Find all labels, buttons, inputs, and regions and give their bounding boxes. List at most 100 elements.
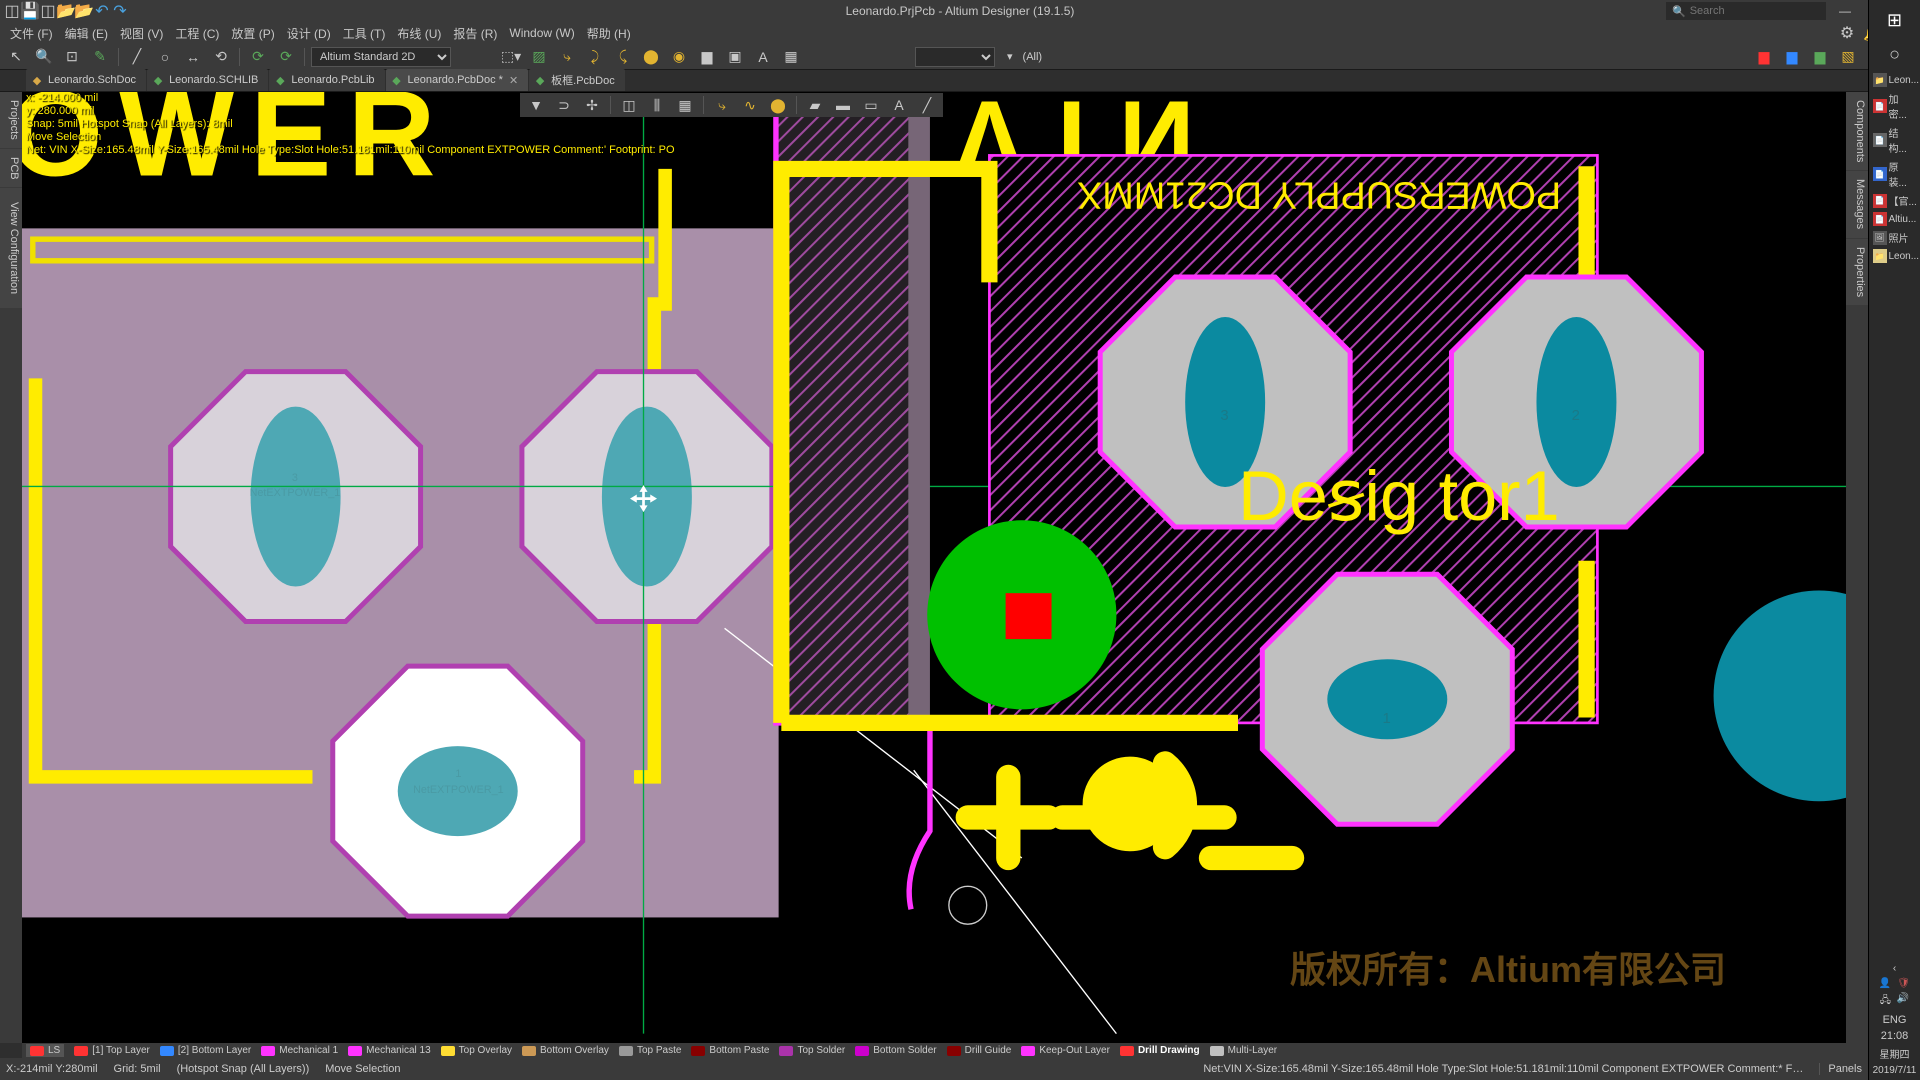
menu-design[interactable]: 设计 (D) bbox=[281, 23, 337, 44]
settings-icon[interactable]: ⚙ bbox=[1838, 24, 1856, 42]
menu-tools[interactable]: 工具 (T) bbox=[337, 23, 392, 44]
tool-crossprobe-icon[interactable]: ✎ bbox=[88, 46, 112, 68]
tb-fill-icon[interactable]: ▆ bbox=[695, 46, 719, 68]
layer-bottompaste[interactable]: Bottom Paste bbox=[691, 1045, 769, 1056]
vtab-messages[interactable]: Messages bbox=[1846, 171, 1868, 237]
taskbar-link-5[interactable]: 📄Altiu... bbox=[1871, 211, 1919, 227]
tray-time[interactable]: 21:08 bbox=[1881, 1030, 1909, 1042]
tb-comp-icon[interactable]: ▦ bbox=[779, 46, 803, 68]
tray-network-icon[interactable]: 🖧 bbox=[1880, 993, 1891, 1010]
save-all-icon[interactable]: ◫ bbox=[40, 3, 56, 19]
layer-bottom[interactable]: [2] Bottom Layer bbox=[160, 1045, 251, 1056]
minimize-button[interactable]: — bbox=[1830, 0, 1860, 22]
filter-all-label[interactable]: (All) bbox=[1023, 51, 1043, 63]
menu-route[interactable]: 布线 (U) bbox=[391, 23, 447, 44]
taskbar-link-0[interactable]: 📁Leon... bbox=[1871, 72, 1919, 88]
layer-keepout[interactable]: Keep-Out Layer bbox=[1021, 1045, 1110, 1056]
ct-via-icon[interactable]: ⬤ bbox=[766, 94, 790, 116]
tb-text-icon[interactable]: A bbox=[751, 46, 775, 68]
tb-route1-icon[interactable]: ⤷ bbox=[555, 46, 579, 68]
vtab-viewconfig[interactable]: View Configuration bbox=[0, 188, 22, 308]
layer-bottomsolder[interactable]: Bottom Solder bbox=[855, 1045, 936, 1056]
tab-board[interactable]: ◆板框.PcbDoc bbox=[529, 69, 625, 91]
layer-topsolder[interactable]: Top Solder bbox=[779, 1045, 845, 1056]
taskbar-link-2[interactable]: 📄结构... bbox=[1871, 124, 1919, 156]
undo-icon[interactable]: ↶ bbox=[94, 3, 110, 19]
ct-line-icon[interactable]: ╱ bbox=[915, 94, 939, 116]
layer-ls[interactable]: LS bbox=[26, 1044, 64, 1057]
menu-view[interactable]: 视图 (V) bbox=[114, 23, 169, 44]
panels-button[interactable]: Panels bbox=[1819, 1063, 1862, 1075]
menu-window[interactable]: Window (W) bbox=[503, 24, 580, 42]
tab-schdoc[interactable]: ◆Leonardo.SchDoc bbox=[26, 69, 146, 91]
tool-zoom-icon[interactable]: 🔍 bbox=[32, 46, 56, 68]
tb-layer4-icon[interactable]: ▧ bbox=[1836, 46, 1860, 68]
tool-cursor-icon[interactable]: ↖ bbox=[4, 46, 28, 68]
tb-route3-icon[interactable]: ⤹ bbox=[611, 46, 635, 68]
tb-poly-icon[interactable]: ▣ bbox=[723, 46, 747, 68]
vtab-pcb[interactable]: PCB bbox=[0, 149, 22, 188]
tool-dimension-icon[interactable]: ↔ bbox=[181, 46, 205, 68]
tab-pcblib[interactable]: ◆Leonardo.PcbLib bbox=[269, 69, 384, 91]
print-icon[interactable]: 📂 bbox=[76, 3, 92, 19]
tool-zoomfit-icon[interactable]: ⊡ bbox=[60, 46, 84, 68]
ct-text-icon[interactable]: A bbox=[887, 94, 911, 116]
taskbar-link-6[interactable]: 🖼照片 bbox=[1871, 229, 1919, 246]
menu-project[interactable]: 工程 (C) bbox=[169, 23, 225, 44]
tb-toggle-icon[interactable]: ⬚▾ bbox=[499, 46, 523, 68]
ct-meander-icon[interactable]: ∿ bbox=[738, 94, 762, 116]
taskbar-link-3[interactable]: 📄原装... bbox=[1871, 158, 1919, 190]
new-icon[interactable]: ◫ bbox=[4, 3, 20, 19]
tray-people-icon[interactable]: 👤 bbox=[1879, 978, 1891, 989]
redo-icon[interactable]: ↷ bbox=[112, 3, 128, 19]
menu-place[interactable]: 放置 (P) bbox=[225, 23, 280, 44]
taskbar-link-4[interactable]: 📄【官... bbox=[1871, 192, 1919, 209]
menu-help[interactable]: 帮助 (H) bbox=[581, 23, 637, 44]
tb-layer1-icon[interactable]: ▆ bbox=[1752, 46, 1776, 68]
search-box[interactable]: 🔍 bbox=[1666, 2, 1826, 20]
menu-report[interactable]: 报告 (R) bbox=[447, 23, 503, 44]
tab-pcbdoc[interactable]: ◆Leonardo.PcbDoc *✕ bbox=[386, 69, 529, 91]
tray-security-icon[interactable]: 🛡 bbox=[1897, 978, 1910, 989]
layer-top[interactable]: [1] Top Layer bbox=[74, 1045, 150, 1056]
menu-edit[interactable]: 编辑 (E) bbox=[59, 23, 114, 44]
tool-via-icon[interactable]: ○ bbox=[153, 46, 177, 68]
ct-poly-icon[interactable]: ▰ bbox=[803, 94, 827, 116]
layer-mech1[interactable]: Mechanical 1 bbox=[261, 1045, 338, 1056]
tb-via2-icon[interactable]: ⬤ bbox=[639, 46, 663, 68]
layer-mech13[interactable]: Mechanical 13 bbox=[348, 1045, 430, 1056]
tool-validate-icon[interactable]: ⟳ bbox=[274, 46, 298, 68]
open-icon[interactable]: 📂 bbox=[58, 3, 74, 19]
tray-volume-icon[interactable]: 🔊 bbox=[1897, 993, 1909, 1010]
display-mode-select[interactable]: Altium Standard 2D bbox=[311, 47, 451, 67]
taskbar-link-7[interactable]: 📁Leon... bbox=[1871, 248, 1919, 264]
vtab-components[interactable]: Components bbox=[1846, 92, 1868, 170]
filter-select1[interactable] bbox=[915, 47, 995, 67]
tb-via3-icon[interactable]: ◉ bbox=[667, 46, 691, 68]
ct-fill-icon[interactable]: ▬ bbox=[831, 94, 855, 116]
tray-expand-icon[interactable]: ‹ bbox=[1893, 963, 1896, 974]
tray-ime[interactable]: ENG bbox=[1883, 1014, 1907, 1026]
layer-bottomoverlay[interactable]: Bottom Overlay bbox=[522, 1045, 609, 1056]
vtab-projects[interactable]: Projects bbox=[0, 92, 22, 148]
tab-close-icon[interactable]: ✕ bbox=[509, 74, 518, 87]
tool-update-icon[interactable]: ⟲ bbox=[209, 46, 233, 68]
vtab-properties[interactable]: Properties bbox=[1846, 239, 1868, 305]
layer-drilldrawing[interactable]: Drill Drawing bbox=[1120, 1045, 1200, 1056]
tb-route2-icon[interactable]: ⤸ bbox=[583, 46, 607, 68]
taskbar-link-1[interactable]: 📄加密... bbox=[1871, 90, 1919, 122]
layer-drillguide[interactable]: Drill Guide bbox=[947, 1045, 1012, 1056]
menu-file[interactable]: 文件 (F) bbox=[4, 23, 59, 44]
ct-route-icon[interactable]: ⤷ bbox=[710, 94, 734, 116]
tool-route-icon[interactable]: ╱ bbox=[125, 46, 149, 68]
win-cortana-icon[interactable]: ○ bbox=[1875, 38, 1915, 70]
win-start-icon[interactable]: ⊞ bbox=[1875, 4, 1915, 36]
layer-multilayer[interactable]: Multi-Layer bbox=[1210, 1045, 1277, 1056]
tb-layer2-icon[interactable]: ▆ bbox=[1780, 46, 1804, 68]
search-input[interactable] bbox=[1690, 5, 1820, 17]
layer-toppaste[interactable]: Top Paste bbox=[619, 1045, 681, 1056]
tool-refresh-icon[interactable]: ⟳ bbox=[246, 46, 270, 68]
tab-schlib[interactable]: ◆Leonardo.SCHLIB bbox=[147, 69, 268, 91]
tb-hatch-icon[interactable]: ▨ bbox=[527, 46, 551, 68]
ct-keepout-icon[interactable]: ▭ bbox=[859, 94, 883, 116]
